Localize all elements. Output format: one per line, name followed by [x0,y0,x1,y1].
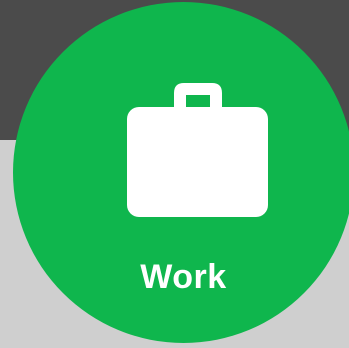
briefcase-icon [127,83,268,217]
work-label: Work [140,258,227,296]
work-category-button[interactable]: Work [13,2,349,343]
